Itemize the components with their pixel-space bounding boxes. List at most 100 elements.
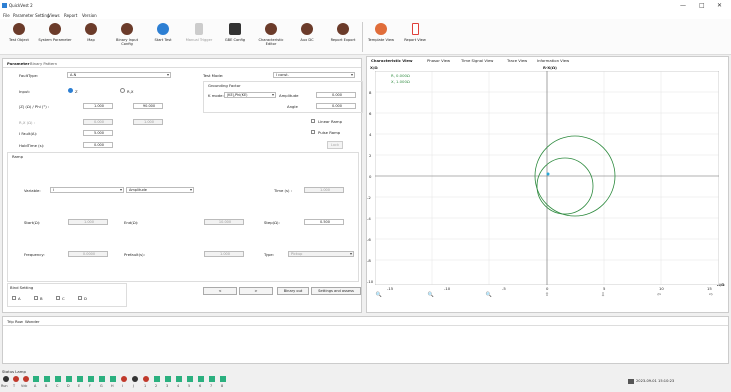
lamp-d [66, 376, 72, 382]
kmode-select[interactable]: |KE|,Phi(KE) [224, 92, 276, 98]
lock-button[interactable]: Lock [327, 141, 343, 149]
ramp-title: Ramp [12, 154, 23, 159]
test-mode-select[interactable]: I const. [273, 72, 355, 78]
angle-input[interactable]: 0.000 [316, 103, 356, 109]
frequency-input[interactable]: 0.0000 [68, 251, 108, 257]
minimize-button[interactable]: — [680, 2, 686, 9]
settings-assess-button[interactable]: Settings and assess [311, 287, 361, 295]
tab-binary-pattern[interactable]: Binary Pattern [30, 61, 57, 66]
start-test-button[interactable]: Start Test [146, 23, 180, 42]
lamp-label: C [56, 384, 59, 388]
menu-version[interactable]: Version [82, 13, 97, 18]
app-icon [2, 3, 7, 8]
tab-information-view[interactable]: Information View [537, 58, 569, 63]
plot-title: R-X(Ω) [543, 65, 557, 70]
clock-icon [628, 379, 634, 384]
ifault-input[interactable]: 5.000 [83, 130, 113, 136]
pan-left-icon[interactable]: ⇦ [654, 292, 664, 300]
tab-trip-row[interactable]: Trip Row [7, 319, 23, 324]
binary-out-button[interactable]: Binary out [277, 287, 309, 295]
system-parameter-button[interactable]: System Parameter [38, 23, 72, 42]
holdtime-input[interactable]: 0.000 [83, 142, 113, 148]
prefault-input[interactable]: 1.000 [204, 251, 244, 257]
prefault-label: Prefault(s): [124, 252, 145, 257]
tab-trace-view[interactable]: Trace View [507, 58, 527, 63]
lamp-label: E [78, 384, 81, 388]
tab-phasor-view[interactable]: Phasor View [427, 58, 450, 63]
menu-parameter-setting[interactable]: Parameter Setting [13, 13, 49, 18]
lamp-label: 2 [155, 384, 158, 388]
linear-ramp-label: Linear Ramp [318, 119, 342, 124]
lamp-label: J [133, 384, 134, 388]
x-input[interactable]: 1.000 [133, 119, 163, 125]
type-select[interactable]: Pickup [288, 251, 354, 257]
toolbar-label: GBE Config [224, 38, 246, 42]
gbe-config-button[interactable]: GBE Config [218, 23, 252, 42]
toolbar-label: Manual Trigger [185, 38, 213, 42]
lamp-a [33, 376, 39, 382]
type-label: Type: [264, 252, 274, 257]
bind-a-checkbox[interactable] [12, 296, 16, 300]
lamp-label: 5 [188, 384, 191, 388]
input-radio-rx-label: R,X [127, 89, 134, 94]
characteristic-editor-button[interactable]: Characteristic Editor [254, 23, 288, 46]
play-icon [157, 23, 169, 35]
phi-input[interactable]: 90.000 [133, 103, 163, 109]
linear-ramp-checkbox[interactable] [311, 119, 315, 123]
zoom-in-icon[interactable]: 🔍 [374, 292, 384, 300]
fault-type-label: FaultType: [19, 73, 39, 78]
next-button[interactable]: > [239, 287, 273, 295]
trigger-icon [195, 23, 203, 35]
zoom-out-icon[interactable]: 🔍 [426, 292, 436, 300]
template-icon [375, 23, 387, 35]
amplitude-input[interactable]: 0.000 [316, 92, 356, 98]
template-view-button[interactable]: Template View [364, 23, 398, 42]
end-input[interactable]: 10.000 [204, 219, 244, 225]
tab-characteristic-view[interactable]: Characteristic View [371, 58, 413, 63]
lamp-5 [187, 376, 193, 382]
step-input[interactable]: 0.500 [304, 219, 344, 225]
start-input[interactable]: 1.000 [68, 219, 108, 225]
amplitude-select[interactable]: Amplitude [126, 187, 194, 193]
input-radio-rx[interactable] [120, 88, 125, 93]
menu-report[interactable]: Report [64, 13, 77, 18]
bind-c-checkbox[interactable] [56, 296, 60, 300]
report-view-button[interactable]: Report View [398, 23, 432, 42]
variable-select[interactable]: I [50, 187, 124, 193]
bind-b-checkbox[interactable] [34, 296, 38, 300]
menu-file[interactable]: File [3, 13, 10, 18]
input-radio-z[interactable] [68, 88, 73, 93]
pan-right-icon[interactable]: ⇨ [706, 292, 716, 300]
pan-down-icon[interactable]: ⇩ [598, 292, 608, 300]
tab-wonder[interactable]: Wonder [25, 319, 40, 324]
aux-dc-button[interactable]: Aux DC [290, 23, 324, 42]
maximize-button[interactable]: □ [699, 2, 705, 9]
characteristic-plot [375, 71, 719, 285]
time-input[interactable]: 1.000 [304, 187, 344, 193]
toolbar-separator [362, 22, 363, 52]
map-button[interactable]: Map [74, 23, 108, 42]
variable-label: Variable: [24, 188, 41, 193]
fault-type-select[interactable]: A-N [67, 72, 171, 78]
manual-trigger-button[interactable]: Manual Trigger [182, 23, 216, 42]
pulse-ramp-checkbox[interactable] [311, 130, 315, 134]
prev-button[interactable]: < [203, 287, 237, 295]
kmode-label: K mode: [208, 93, 224, 98]
ramp-group: Ramp Variable: I Amplitude Time (s) : 1.… [7, 152, 359, 282]
menu-views[interactable]: Views [48, 13, 60, 18]
close-button[interactable]: ✕ [717, 2, 722, 9]
pan-up-icon[interactable]: ⇧ [542, 292, 552, 300]
bind-d-checkbox[interactable] [78, 296, 82, 300]
tab-parameter[interactable]: Parameter [7, 61, 29, 66]
legend-r: R, 0.000Ω [391, 73, 410, 78]
grounding-factor-title: Grounding Factor [208, 83, 241, 88]
z-phi-label: |Z| (Ω) / Phi (°) : [19, 104, 50, 109]
z-magnitude-input[interactable]: 1.000 [83, 103, 113, 109]
tab-time-signal-view[interactable]: Time Signal View [461, 58, 493, 63]
test-object-button[interactable]: Test Object [2, 23, 36, 42]
binary-input-config-button[interactable]: Binary Input Config [110, 23, 144, 46]
report-export-button[interactable]: Report Export [326, 23, 360, 42]
r-input[interactable]: 0.000 [83, 119, 113, 125]
zoom-fit-icon[interactable]: 🔍 [484, 292, 494, 300]
lamp-label: F [89, 384, 91, 388]
